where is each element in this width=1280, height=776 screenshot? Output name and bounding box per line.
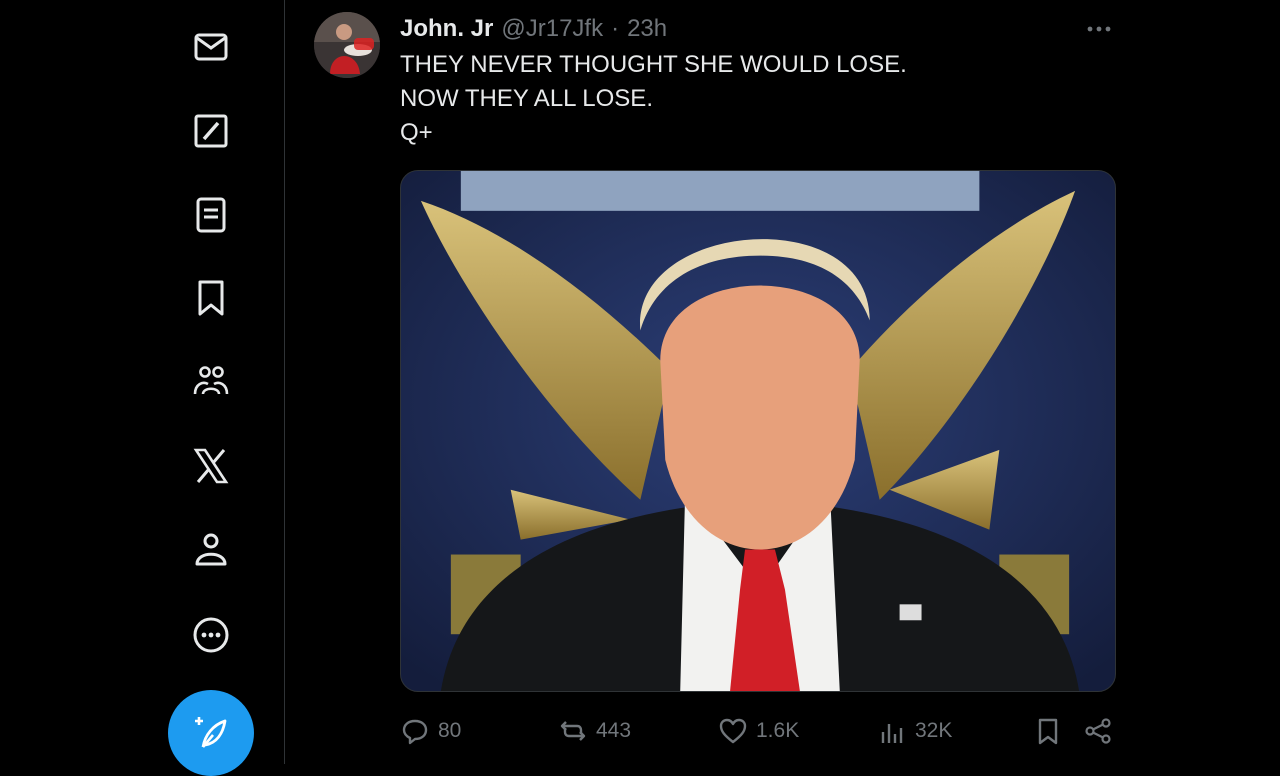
- more-options-button[interactable]: [1082, 12, 1116, 46]
- lists-icon: [196, 197, 226, 233]
- ellipsis-icon: [1087, 26, 1111, 32]
- tweet-text: THEY NEVER THOUGHT SHE WOULD LOSE. NOW T…: [400, 48, 907, 150]
- nav-more[interactable]: [171, 595, 251, 675]
- tweet-article[interactable]: John. Jr @Jr17Jfk · 23h THEY NEVER THOUG…: [286, 0, 1280, 764]
- timestamp[interactable]: 23h: [627, 15, 667, 43]
- communities-icon: [193, 366, 229, 395]
- profile-icon: [195, 533, 227, 566]
- nav-profile[interactable]: [171, 509, 251, 589]
- nav-messages[interactable]: [171, 7, 251, 87]
- view-count: 32K: [915, 719, 953, 742]
- tweet-text-line: Q+: [400, 119, 433, 146]
- views-button[interactable]: 32K: [877, 712, 952, 750]
- bookmark-icon: [1038, 718, 1058, 745]
- reply-button[interactable]: 80: [400, 712, 461, 750]
- user-handle[interactable]: @Jr17Jfk: [501, 15, 603, 43]
- share-icon: [1085, 718, 1111, 744]
- tweet-photo[interactable]: [400, 170, 1116, 692]
- more-circle-icon: [193, 617, 229, 653]
- repost-count: 443: [596, 719, 632, 742]
- analytics-icon: [881, 724, 903, 743]
- compose-post-button[interactable]: [168, 690, 254, 776]
- feather-plus-icon: [195, 717, 227, 748]
- tweet-text-line: THEY NEVER THOUGHT SHE WOULD LOSE.: [400, 51, 907, 78]
- nav-premium[interactable]: [171, 426, 251, 506]
- nav-bookmarks[interactable]: [171, 258, 251, 338]
- repost-button[interactable]: 443: [558, 712, 631, 750]
- like-count: 1.6K: [756, 719, 800, 742]
- repost-icon: [560, 721, 586, 741]
- heart-icon: [719, 718, 747, 744]
- avatar-image: [314, 12, 380, 78]
- x-logo-icon: [193, 448, 229, 484]
- separator-dot: ·: [611, 15, 620, 42]
- messages-icon: [194, 33, 228, 61]
- share-button[interactable]: [1083, 712, 1113, 750]
- sidebar-nav: [0, 0, 285, 776]
- nav-grok[interactable]: [171, 91, 251, 171]
- bookmarks-icon: [198, 280, 224, 316]
- nav-communities[interactable]: [171, 341, 251, 421]
- display-name[interactable]: John. Jr: [400, 15, 493, 43]
- reply-icon: [402, 719, 428, 745]
- tweet-text-line: NOW THEY ALL LOSE.: [400, 85, 653, 112]
- bookmark-button[interactable]: [1033, 712, 1063, 750]
- tweet-header: John. Jr @Jr17Jfk · 23h: [400, 12, 667, 46]
- like-button[interactable]: 1.6K: [718, 712, 799, 750]
- portrait-image: [401, 171, 1115, 691]
- nav-lists[interactable]: [171, 175, 251, 255]
- reply-count: 80: [438, 719, 462, 742]
- grok-icon: [194, 114, 228, 148]
- avatar[interactable]: [314, 12, 380, 78]
